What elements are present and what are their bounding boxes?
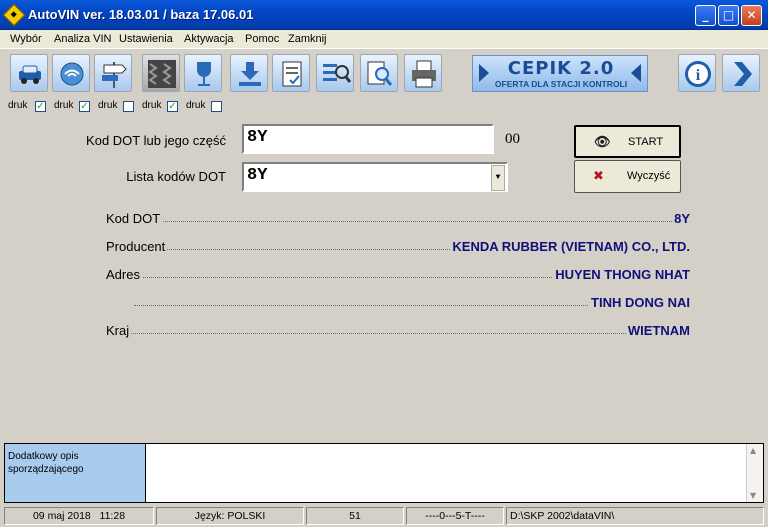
druk-checkbox-2[interactable]: ✓ — [79, 101, 90, 112]
transponder-button[interactable] — [52, 54, 90, 92]
result-value: TINH DONG NAI — [589, 295, 690, 310]
druk-checkbox-5[interactable] — [211, 101, 222, 112]
car-icon — [19, 65, 41, 84]
result-label: Kraj — [106, 323, 132, 338]
status-time: 11:28 — [99, 510, 126, 522]
document-check-icon — [282, 61, 302, 87]
status-path: D:\SKP 2002\dataVIN\ — [506, 507, 764, 525]
druk-label: druk — [54, 100, 74, 111]
druk-checkbox-4[interactable]: ✓ — [167, 101, 178, 112]
download-button[interactable] — [230, 54, 268, 92]
result-label: Producent — [106, 239, 168, 254]
dot-list-select[interactable]: 8Y ▼ — [242, 162, 508, 192]
result-value: KENDA RUBBER (VIETNAM) CO., LTD. — [450, 239, 690, 254]
result-row-producer: Producent KENDA RUBBER (VIETNAM) CO., LT… — [106, 239, 690, 255]
result-value: WIETNAM — [625, 323, 690, 338]
dot-list-label: Lista kodów DOT — [126, 169, 226, 184]
next-button[interactable] — [722, 54, 760, 92]
start-button-label: START — [628, 136, 664, 148]
status-datetime: 09 maj 2018 11:28 — [4, 507, 154, 525]
document-check-button[interactable] — [272, 54, 310, 92]
toolbar: CEPIK 2.0 OFERTA DLA STACJI KONTROLI i — [0, 50, 768, 98]
tire-icon — [148, 60, 176, 88]
svg-text:i: i — [696, 67, 701, 84]
cepik-right-arrow-icon — [631, 64, 641, 82]
binoculars-icon: 👁 — [594, 135, 611, 150]
list-search-button[interactable] — [316, 54, 354, 92]
menu-wybor[interactable]: Wybór — [10, 33, 42, 45]
result-row-address: Adres HUYEN THONG NHAT — [106, 267, 690, 283]
status-bar: 09 maj 2018 11:28 Język: POLSKI 51 ----0… — [0, 505, 768, 527]
menu-bar: Wybór Analiza VIN Ustawienia Aktywacja P… — [0, 30, 768, 49]
druk-checkbox-3[interactable] — [123, 101, 134, 112]
printer-icon — [412, 60, 436, 88]
close-button[interactable]: ✕ — [741, 5, 762, 26]
glass-button[interactable] — [184, 54, 222, 92]
clear-button-label: Wyczyść — [627, 170, 671, 182]
menu-zamknij[interactable]: Zamknij — [288, 33, 327, 45]
result-row-dot: Kod DOT 8Y — [106, 211, 690, 227]
dot-code-suffix: 00 — [505, 131, 520, 147]
download-icon — [239, 62, 261, 86]
info-button[interactable]: i — [678, 54, 716, 92]
result-value: 8Y — [672, 211, 690, 226]
description-label: Dodatkowy opis sporządzającego — [5, 444, 146, 502]
car-button[interactable] — [10, 54, 48, 92]
printer-button[interactable] — [404, 54, 442, 92]
description-textarea[interactable] — [148, 444, 745, 502]
dropdown-arrow-icon[interactable]: ▼ — [491, 165, 505, 191]
app-logo-icon: ◆ — [2, 3, 26, 27]
cepik-title: CEPIK 2.0 — [507, 58, 615, 79]
transponder-icon — [60, 62, 84, 86]
druk-label: druk — [98, 100, 118, 111]
clear-button[interactable]: ✖ Wyczyść — [574, 160, 681, 193]
list-search-icon — [323, 64, 352, 83]
clear-x-icon: ✖ — [593, 169, 604, 184]
menu-ustawienia[interactable]: Ustawienia — [119, 33, 173, 45]
tire-button[interactable] — [142, 54, 180, 92]
dot-list-value: 8Y — [247, 166, 268, 185]
status-language: Język: POLSKI — [156, 507, 304, 525]
menu-pomoc[interactable]: Pomoc — [245, 33, 279, 45]
result-label: Kod DOT — [106, 211, 163, 226]
maximize-button[interactable]: □ — [718, 5, 739, 26]
description-area: Dodatkowy opis sporządzającego ▲ ▼ — [4, 443, 764, 503]
road-sign-icon — [102, 62, 127, 88]
minimize-button[interactable]: _ — [695, 5, 716, 26]
start-button[interactable]: 👁 START — [574, 125, 681, 158]
druk-label: druk — [8, 100, 28, 111]
druk-checkbox-1[interactable]: ✓ — [35, 101, 46, 112]
result-row-country: Kraj WIETNAM — [106, 323, 690, 339]
dot-code-label: Kod DOT lub jego część — [86, 133, 226, 148]
glass-icon — [197, 62, 211, 86]
dot-code-input[interactable]: 8Y — [242, 124, 494, 154]
document-search-button[interactable] — [360, 54, 398, 92]
road-sign-button[interactable] — [94, 54, 132, 92]
document-search-icon — [367, 61, 393, 86]
status-date: 09 maj 2018 — [32, 510, 91, 522]
info-icon: i — [685, 61, 711, 87]
window-title: AutoVIN ver. 18.03.01 / baza 17.06.01 — [28, 7, 254, 22]
scroll-down-icon[interactable]: ▼ — [750, 491, 756, 500]
result-label: Adres — [106, 267, 142, 282]
menu-aktywacja[interactable]: Aktywacja — [184, 33, 234, 45]
menu-analiza-vin[interactable]: Analiza VIN — [54, 33, 111, 45]
scroll-up-icon[interactable]: ▲ — [750, 446, 756, 455]
status-code: ----0---5-T---- — [406, 507, 504, 525]
title-bar: ◆ AutoVIN ver. 18.03.01 / baza 17.06.01 … — [0, 0, 768, 30]
status-count: 51 — [306, 507, 404, 525]
result-row-address-2: TINH DONG NAI — [134, 295, 690, 311]
druk-label: druk — [186, 100, 206, 111]
cepik-subtitle: OFERTA DLA STACJI KONTROLI — [494, 79, 628, 89]
arrow-right-icon — [734, 62, 752, 86]
druk-label: druk — [142, 100, 162, 111]
result-value: HUYEN THONG NHAT — [553, 267, 690, 282]
description-scrollbar[interactable]: ▲ ▼ — [746, 444, 763, 502]
cepik-banner[interactable]: CEPIK 2.0 OFERTA DLA STACJI KONTROLI — [472, 55, 648, 92]
